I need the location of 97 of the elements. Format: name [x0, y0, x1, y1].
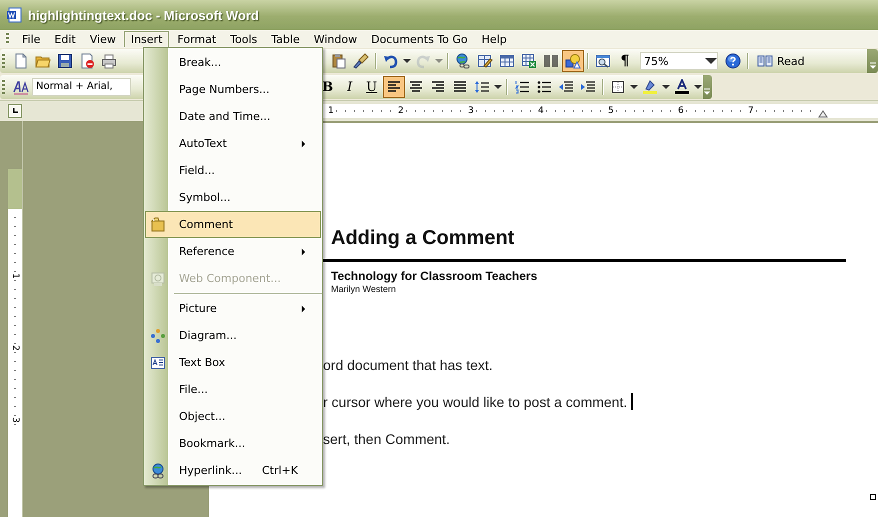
shapes-button[interactable]	[562, 50, 584, 72]
menu-item[interactable]: Insert	[124, 31, 170, 47]
menu-item[interactable]: Tools	[224, 31, 264, 47]
ruler-margin	[8, 169, 22, 209]
save-icon[interactable]	[57, 53, 73, 69]
ruler-number: 6	[678, 106, 686, 116]
menu-item[interactable]: Edit	[48, 31, 82, 47]
body-text: r cursor where you would like to post a comment.	[323, 394, 628, 410]
menu-item[interactable]: Reference	[145, 238, 321, 265]
globe-link-icon	[150, 462, 166, 478]
columns-icon[interactable]	[543, 53, 559, 69]
body-text: sert, then Comment.	[323, 430, 450, 446]
horizontal-ruler[interactable]: 1 2 3 4 5 6 7	[322, 104, 878, 118]
word-document-icon	[6, 7, 22, 23]
book-icon	[757, 53, 773, 69]
shortcut-label: Ctrl+K	[262, 464, 298, 477]
paintbrush-icon[interactable]	[353, 53, 369, 69]
spreadsheet-icon[interactable]	[521, 53, 537, 69]
menu-item[interactable]: Object...	[145, 403, 321, 430]
italic-button[interactable]: I	[338, 76, 361, 98]
submenu-arrow-icon	[301, 248, 306, 256]
menu-item[interactable]: Format	[171, 31, 222, 47]
ruler-number: 1	[328, 106, 336, 116]
document-subtitle: Technology for Classroom Teachers	[331, 269, 538, 283]
menu-item[interactable]: File...	[145, 376, 321, 403]
menu-item[interactable]: Symbol...	[145, 184, 321, 211]
chevron-icon	[704, 87, 710, 95]
menu-item[interactable]: Help	[476, 31, 513, 47]
left-tab-icon	[11, 107, 19, 115]
ruler-number: 1	[10, 273, 20, 279]
ruler-number: 3	[468, 106, 476, 116]
menu-item[interactable]: Field...	[145, 157, 321, 184]
document-heading: Adding a Comment	[331, 227, 516, 250]
menu-item[interactable]: Date and Time...	[145, 103, 321, 130]
read-button[interactable]: Read	[752, 50, 810, 72]
menu-item[interactable]: Text Box	[145, 349, 321, 376]
toolbar-options-button[interactable]	[867, 49, 878, 73]
styles-icon[interactable]	[13, 79, 29, 95]
bulleted-list-icon[interactable]	[536, 79, 552, 95]
line-spacing-icon[interactable]	[474, 79, 490, 95]
menu-item[interactable]: Bookmark...	[145, 430, 321, 457]
document-map-icon[interactable]	[595, 53, 611, 69]
tables-borders-icon[interactable]	[477, 53, 493, 69]
anchor-handle[interactable]	[870, 494, 876, 500]
diagram-icon	[150, 328, 166, 344]
tab-selector[interactable]	[8, 104, 22, 118]
menu-item[interactable]: File	[16, 31, 46, 47]
comment-icon	[150, 216, 166, 232]
underline-button[interactable]: U	[360, 76, 383, 98]
ruler-number: 4	[538, 106, 546, 116]
new-document-icon[interactable]	[13, 53, 29, 69]
permission-icon[interactable]	[79, 53, 95, 69]
toolbar-grip[interactable]	[2, 54, 5, 68]
highlighter-icon[interactable]	[642, 79, 658, 95]
help-icon[interactable]	[725, 53, 741, 69]
align-left-button[interactable]	[382, 76, 405, 98]
body-text: ord document that has text.	[323, 356, 493, 372]
menu-item[interactable]: Table	[265, 31, 306, 47]
indent-marker-icon[interactable]	[818, 110, 828, 118]
style-field[interactable]: Normal + Arial,	[32, 78, 131, 96]
window-title: highlightingtext.doc - Microsoft Word	[28, 8, 259, 22]
vertical-ruler[interactable]: 1 2 3	[8, 121, 23, 517]
ruler-number: 2	[10, 345, 20, 351]
redo-icon	[415, 53, 431, 69]
zoom-field[interactable]: 75%	[640, 52, 718, 70]
document-author: Marilyn Western	[331, 284, 397, 294]
menu-item[interactable]: Window	[308, 31, 364, 47]
font-color-icon[interactable]	[674, 79, 690, 95]
toolbar-options-button[interactable]	[702, 75, 712, 99]
menu-item[interactable]: Comment	[145, 211, 321, 238]
submenu-arrow-icon	[301, 304, 306, 312]
table-icon[interactable]	[499, 53, 515, 69]
paste-icon[interactable]	[331, 53, 347, 69]
shapes-icon	[565, 53, 581, 69]
ruler-number: 2	[398, 106, 406, 116]
menu-item[interactable]: Break...	[145, 49, 321, 76]
menu-item[interactable]: Diagram...	[145, 322, 321, 349]
submenu-arrow-icon	[301, 140, 306, 148]
menu-item[interactable]: Hyperlink... Ctrl+K	[145, 457, 321, 484]
numbered-list-icon[interactable]	[514, 79, 530, 95]
toolbar-grip[interactable]	[2, 80, 5, 94]
text-box-icon	[150, 354, 166, 370]
show-formatting-button[interactable]: ¶	[614, 50, 636, 72]
ruler-number: 5	[608, 106, 616, 116]
border-icon[interactable]	[610, 79, 626, 95]
menu-bar-grip[interactable]	[6, 33, 9, 45]
menu-item[interactable]: AutoText	[145, 130, 321, 157]
chevron-icon	[870, 61, 876, 69]
printer-icon[interactable]	[101, 53, 117, 69]
globe-link-icon[interactable]	[455, 53, 471, 69]
menu-item[interactable]: View	[84, 31, 122, 47]
web-component-icon	[150, 270, 166, 286]
undo-icon[interactable]	[383, 53, 399, 69]
menu-item[interactable]: Picture	[145, 295, 321, 322]
menu-item[interactable]: Documents To Go	[365, 31, 474, 47]
ruler-number: 3	[10, 417, 20, 423]
ruler-number: 7	[748, 106, 756, 116]
